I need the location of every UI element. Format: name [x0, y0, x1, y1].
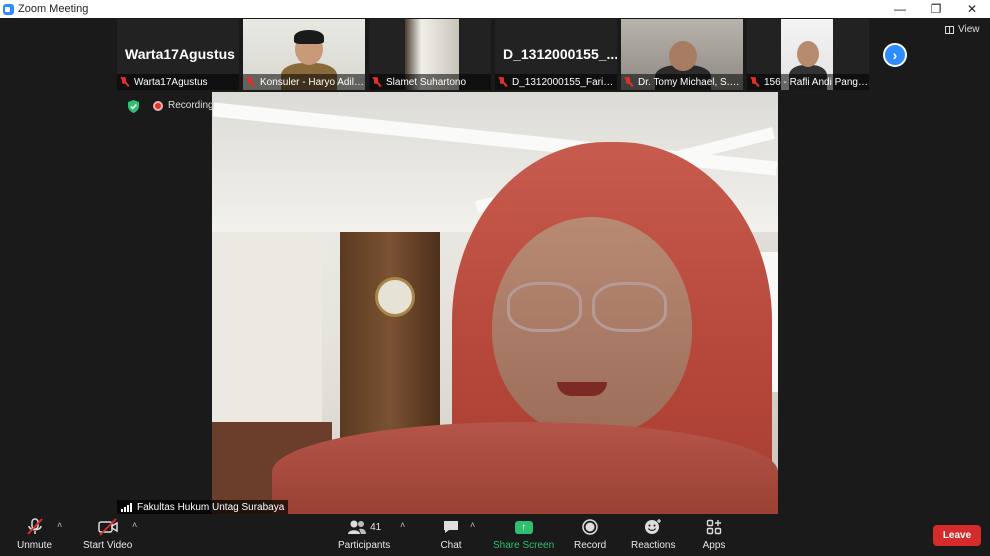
speaker-name-tag: Fakultas Hukum Untag Surabaya: [117, 500, 289, 514]
grid-view-icon: [945, 25, 954, 34]
participant-label: Slamet Suhartono: [369, 74, 491, 90]
start-video-button[interactable]: Start Video: [83, 518, 132, 551]
participants-icon: 41: [340, 518, 388, 536]
recording-dot-icon: [153, 100, 163, 111]
window-title: Zoom Meeting: [18, 3, 89, 15]
recording-label: Recording: [168, 100, 214, 111]
participant-thumbnail[interactable]: Slamet Suhartono: [369, 19, 491, 90]
participant-thumbnail[interactable]: Dr. Tomy Michael, S.H., ...: [621, 19, 743, 90]
view-label: View: [958, 24, 980, 35]
participant-thumbnail[interactable]: Konsuler - Haryo Adil ...: [243, 19, 365, 90]
apps-button[interactable]: Apps: [701, 518, 727, 551]
view-button[interactable]: View: [945, 24, 980, 35]
meeting-stage: Warta17Agustus Warta17Agustus Konsuler -…: [0, 18, 990, 515]
mic-muted-icon: [372, 77, 381, 87]
participant-big-name: D_1312000155_...: [503, 46, 617, 62]
chevron-right-icon: ›: [892, 47, 898, 63]
participant-label: Konsuler - Haryo Adil ...: [243, 74, 365, 90]
participant-label: Warta17Agustus: [117, 74, 239, 90]
chat-options-caret-icon[interactable]: ˄: [470, 520, 475, 530]
record-label: Record: [574, 540, 607, 551]
participant-name: Slamet Suhartono: [386, 76, 467, 88]
unmute-button[interactable]: Unmute: [17, 518, 52, 551]
participant-thumbnail[interactable]: D_1312000155_... D_1312000155_Farin ...: [495, 19, 617, 90]
active-speaker-video[interactable]: [212, 92, 778, 515]
chat-button[interactable]: Chat: [438, 518, 464, 551]
mic-muted-icon: [22, 518, 48, 536]
restore-button[interactable]: ❐: [918, 0, 954, 18]
apps-label: Apps: [702, 540, 726, 551]
record-button[interactable]: Record: [574, 518, 606, 551]
smiley-icon: [640, 518, 666, 536]
start-video-label: Start Video: [83, 540, 133, 551]
participant-hair: [294, 30, 324, 44]
reactions-label: Reactions: [631, 540, 676, 551]
speaker-glasses: [507, 282, 582, 332]
video-options-caret-icon[interactable]: ˄: [132, 520, 137, 530]
participant-label: Dr. Tomy Michael, S.H., ...: [621, 74, 743, 90]
close-button[interactable]: ✕: [954, 0, 990, 18]
apps-icon: [701, 518, 727, 536]
participant-thumbnail[interactable]: Warta17Agustus Warta17Agustus: [117, 19, 239, 90]
participant-name: 156 - Rafli Andi Pange...: [764, 76, 869, 88]
unmute-label: Unmute: [17, 540, 53, 551]
video-off-icon: [95, 518, 121, 536]
mic-muted-icon: [498, 77, 507, 87]
participants-count: 41: [370, 521, 382, 533]
share-screen-icon: ↑: [511, 518, 537, 536]
reactions-button[interactable]: Reactions: [631, 518, 675, 551]
participant-face: [669, 41, 697, 71]
mic-muted-icon: [246, 77, 255, 87]
participants-label: Participants: [338, 540, 391, 551]
meeting-toolbar: Unmute ˄ Start Video ˄ 41 Participants ˄: [0, 514, 990, 556]
mic-muted-icon: [750, 77, 759, 87]
participant-label: D_1312000155_Farin ...: [495, 74, 617, 90]
audio-options-caret-icon[interactable]: ˄: [57, 520, 62, 530]
participant-name: Dr. Tomy Michael, S.H., ...: [638, 76, 743, 88]
share-screen-button[interactable]: ↑ Share Screen: [493, 518, 554, 551]
chat-icon: [438, 518, 464, 536]
participants-options-caret-icon[interactable]: ˄: [400, 520, 405, 530]
window-title-bar: Zoom Meeting — ❐ ✕: [0, 0, 990, 18]
speaker-clothing: [272, 422, 778, 515]
participant-name: Warta17Agustus: [134, 76, 208, 88]
participant-face: [797, 41, 819, 67]
share-screen-label: Share Screen: [493, 540, 555, 551]
mic-muted-icon: [624, 77, 633, 87]
mic-muted-icon: [120, 77, 129, 87]
minimize-button[interactable]: —: [882, 0, 918, 18]
participant-thumbnail[interactable]: 156 - Rafli Andi Pange...: [747, 19, 869, 90]
speaker-glasses: [592, 282, 667, 332]
chat-label: Chat: [440, 540, 462, 551]
zoom-app-icon: [3, 3, 14, 15]
video-background: [375, 277, 415, 317]
recording-indicator[interactable]: Recording: [153, 100, 214, 111]
participant-name: D_1312000155_Farin ...: [512, 76, 617, 88]
encryption-shield-icon[interactable]: [127, 100, 140, 113]
leave-button[interactable]: Leave: [933, 525, 981, 546]
record-icon: [577, 518, 603, 536]
speaker-name: Fakultas Hukum Untag Surabaya: [137, 501, 285, 513]
participant-big-name: Warta17Agustus: [125, 46, 235, 62]
next-page-button[interactable]: ›: [883, 43, 907, 67]
signal-strength-icon: [121, 502, 132, 512]
participant-name: Konsuler - Haryo Adil ...: [260, 76, 365, 88]
participant-strip: Warta17Agustus Warta17Agustus Konsuler -…: [117, 19, 869, 90]
speaker-mouth: [557, 382, 607, 396]
participant-label: 156 - Rafli Andi Pange...: [747, 74, 869, 90]
participants-button[interactable]: 41 Participants: [338, 518, 390, 551]
